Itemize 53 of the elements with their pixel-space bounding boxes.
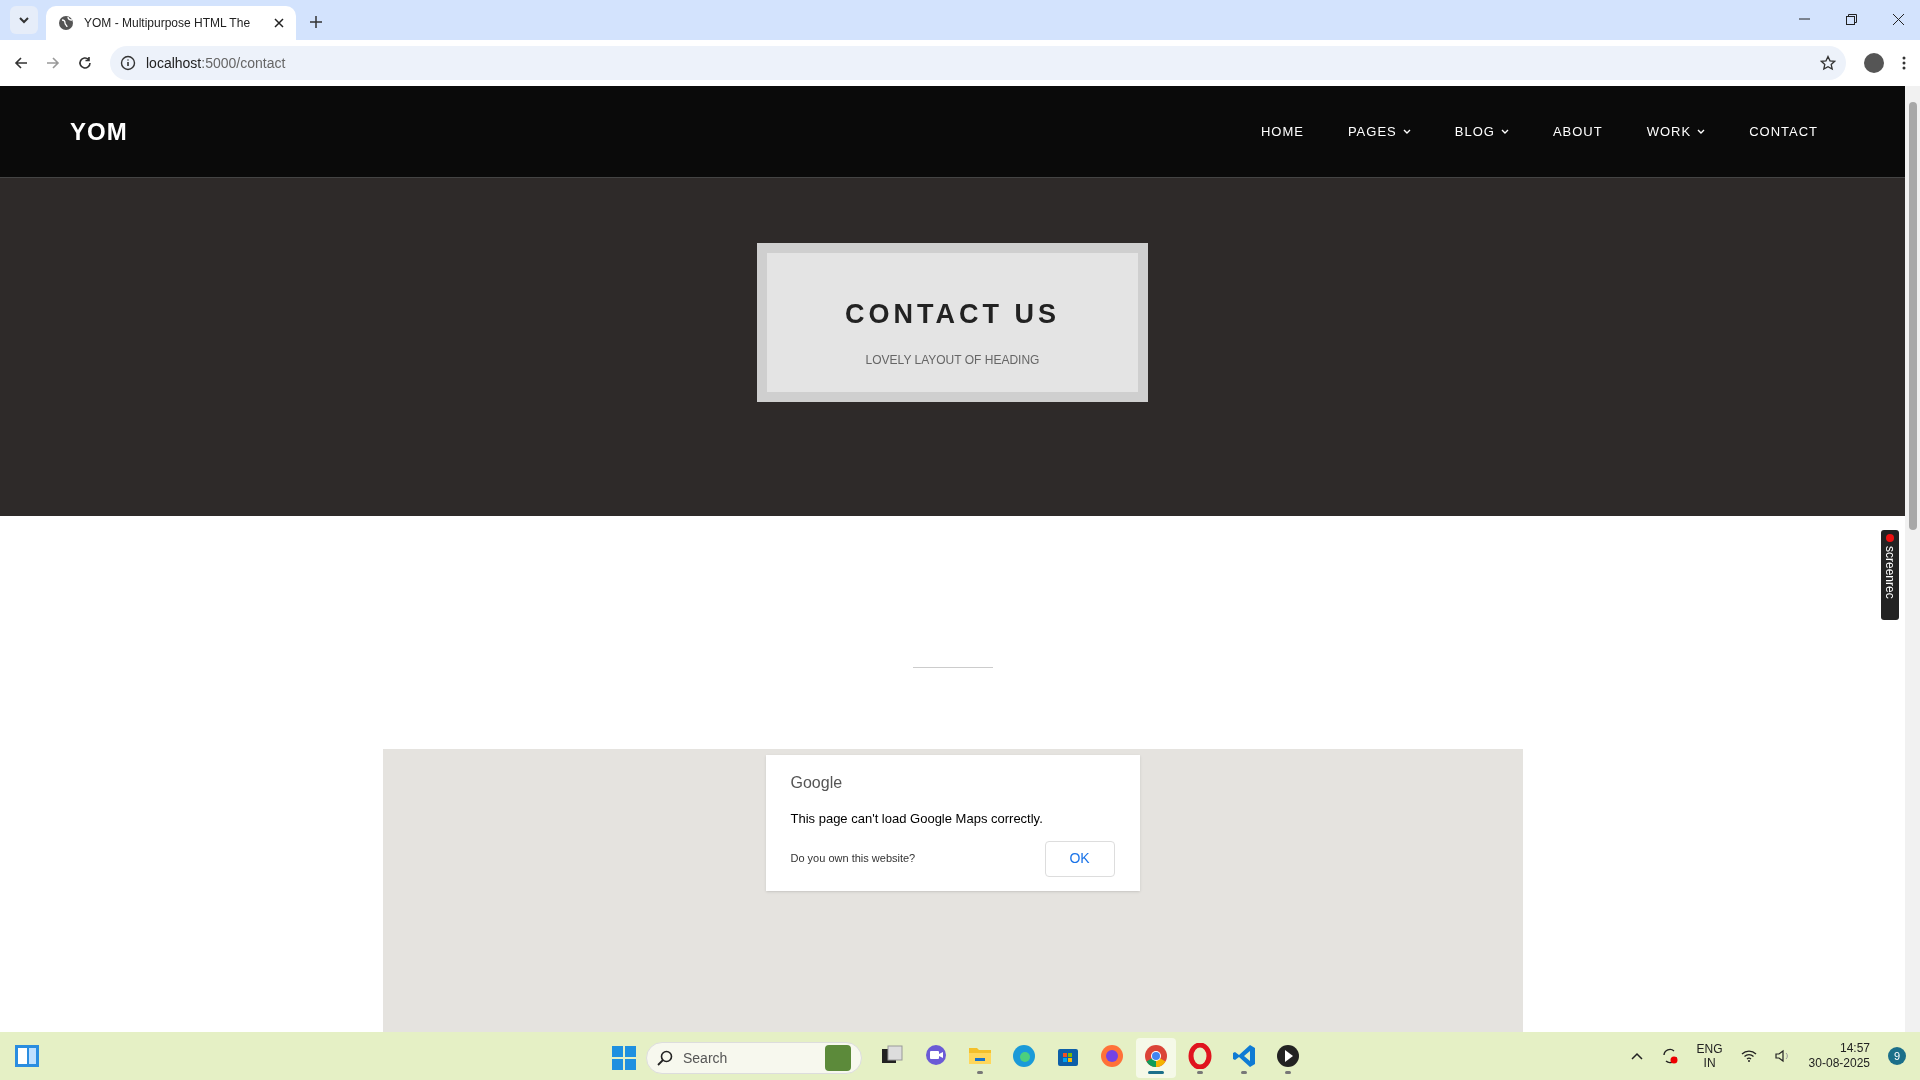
taskbar-search[interactable]: Search: [646, 1042, 862, 1074]
code-editor-icon: [1231, 1042, 1257, 1069]
wifi-icon[interactable]: [1740, 1050, 1757, 1062]
error-message: This page can't load Google Maps correctly.: [790, 810, 1043, 828]
tab-title: YOM - Multipurpose HTML The: [84, 15, 252, 32]
own-website-link[interactable]: Do you own this website?: [790, 850, 916, 867]
caret-icon: [1402, 129, 1411, 134]
nav-link[interactable]: WORK: [1646, 121, 1706, 142]
browser-wave-icon: [1011, 1042, 1037, 1069]
nav-link[interactable]: CONTACT: [1749, 121, 1818, 142]
page-title: CONTACT US: [845, 298, 1060, 331]
globe-icon: [58, 15, 74, 31]
forward-arrow-icon[interactable]: [46, 56, 60, 70]
scrollbar[interactable]: [1905, 86, 1920, 1032]
caret-icon: [1697, 129, 1706, 134]
browser-tab[interactable]: YOM - Multipurpose HTML The: [46, 6, 296, 40]
tab-list-button[interactable]: [10, 6, 38, 34]
page-subtitle: LOVELY LAYOUT OF HEADING: [865, 351, 1040, 369]
fox-globe-icon: [1099, 1042, 1125, 1069]
info-icon: [120, 55, 136, 71]
ok-button[interactable]: OK: [1044, 840, 1115, 877]
play-button-icon: [1275, 1042, 1301, 1069]
reload-icon[interactable]: [78, 56, 92, 70]
new-tab-icon[interactable]: [310, 16, 322, 28]
speaker-icon[interactable]: [1774, 1049, 1791, 1063]
clock[interactable]: 14:57 30-08-2025: [1808, 1041, 1870, 1071]
profile-avatar[interactable]: [1864, 53, 1884, 73]
notification-badge[interactable]: 9: [1888, 1047, 1906, 1065]
menu-icon[interactable]: [1902, 56, 1906, 70]
caret-icon: [1500, 129, 1509, 134]
recorder-tab[interactable]: screenrec: [1881, 530, 1899, 620]
site-logo[interactable]: YOM: [70, 113, 128, 150]
close-icon[interactable]: [274, 18, 284, 28]
close-icon[interactable]: [1893, 14, 1904, 25]
nav-link[interactable]: HOME: [1260, 121, 1304, 142]
chrome-icon: [1143, 1042, 1169, 1069]
google-wordmark: Google: [790, 773, 843, 793]
ring-o-icon: [1187, 1042, 1213, 1069]
restore-icon[interactable]: [1846, 14, 1857, 25]
nav-link[interactable]: PAGES: [1347, 121, 1411, 142]
sync-icon[interactable]: [1660, 1047, 1679, 1065]
url-text: localhost:5000/contact: [146, 53, 287, 73]
star-icon[interactable]: [1820, 55, 1836, 71]
nav-link[interactable]: BLOG: [1454, 121, 1509, 142]
caret-icon: [18, 16, 30, 24]
back-arrow-icon[interactable]: [14, 56, 28, 70]
chevron-up-icon[interactable]: [1630, 1052, 1643, 1060]
search-icon: [657, 1050, 673, 1066]
widgets-icon[interactable]: [14, 1044, 40, 1068]
language-indicator[interactable]: ENG IN: [1696, 1042, 1723, 1070]
nav-link[interactable]: ABOUT: [1552, 121, 1603, 142]
windows-start-icon[interactable]: [612, 1046, 636, 1070]
address-bar[interactable]: localhost:5000/contact: [110, 46, 1846, 80]
